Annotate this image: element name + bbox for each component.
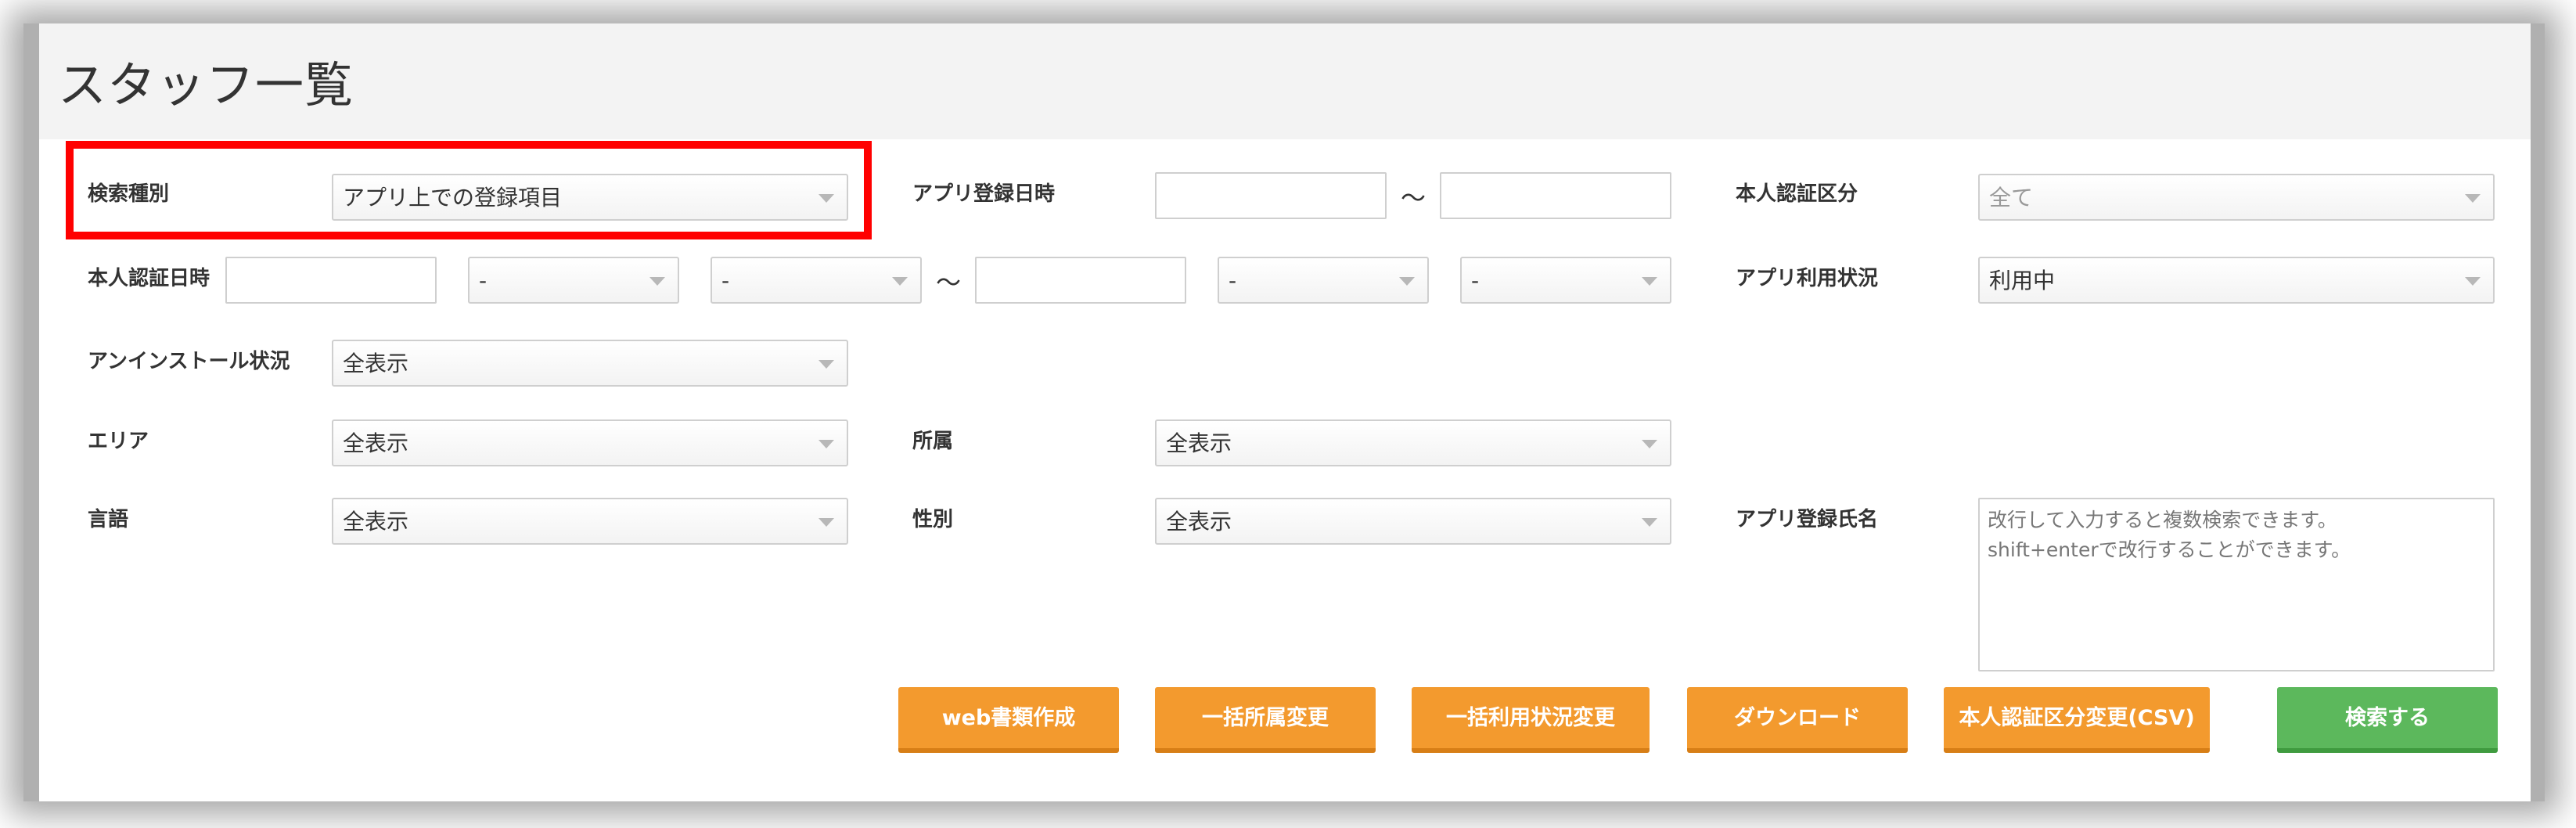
chevron-down-icon <box>2465 277 2481 286</box>
chevron-down-icon <box>2465 194 2481 203</box>
to-minute-value: - <box>1471 268 1480 293</box>
bulk-affiliation-change-button[interactable]: 一括所属変更 <box>1155 687 1376 753</box>
textarea-placeholder-line1: 改行して入力すると複数検索できます。 <box>1988 509 2337 531</box>
identity-verification-to-minute-select[interactable]: - <box>1460 257 1671 304</box>
identity-verification-from-date-input[interactable] <box>225 257 437 304</box>
range-separator: ～ <box>936 268 962 297</box>
language-value: 全表示 <box>343 509 409 535</box>
area-label: エリア <box>88 430 149 453</box>
affiliation-value: 全表示 <box>1166 430 1232 456</box>
uninstall-status-value: 全表示 <box>343 351 409 376</box>
chevron-down-icon <box>818 360 834 369</box>
identity-verification-from-hour-select[interactable]: - <box>468 257 679 304</box>
chevron-down-icon <box>1642 440 1657 448</box>
from-hour-value: - <box>479 268 487 293</box>
from-minute-value: - <box>721 268 730 293</box>
language-label: 言語 <box>88 508 129 531</box>
area-select[interactable]: 全表示 <box>332 419 848 466</box>
affiliation-select[interactable]: 全表示 <box>1155 419 1671 466</box>
gender-label: 性別 <box>912 508 954 531</box>
range-separator: ～ <box>1401 183 1427 213</box>
app-usage-status-value: 利用中 <box>1989 268 2056 293</box>
chevron-down-icon <box>818 440 834 448</box>
textarea-placeholder-line2: shift+enterで改行することができます。 <box>1988 538 2351 561</box>
page-title: スタッフ一覧 <box>58 56 354 113</box>
chevron-down-icon <box>1642 518 1657 527</box>
header-band: スタッフ一覧 <box>39 23 2531 139</box>
app-usage-status-select[interactable]: 利用中 <box>1978 257 2495 304</box>
highlight-box <box>66 141 872 239</box>
chevron-down-icon <box>649 277 665 286</box>
uninstall-status-select[interactable]: 全表示 <box>332 340 848 387</box>
identity-verification-datetime-label: 本人認証日時 <box>88 267 210 290</box>
bulk-usage-status-change-button[interactable]: 一括利用状況変更 <box>1412 687 1650 753</box>
area-value: 全表示 <box>343 430 409 456</box>
language-select[interactable]: 全表示 <box>332 498 848 545</box>
chevron-down-icon <box>1642 277 1657 286</box>
verification-category-change-csv-button[interactable]: 本人認証区分変更(CSV) <box>1944 687 2210 753</box>
identity-verification-category-value: 全て <box>1989 185 2034 211</box>
app-registration-from-input[interactable] <box>1155 172 1387 219</box>
chevron-down-icon <box>892 277 908 286</box>
download-button[interactable]: ダウンロード <box>1687 687 1908 753</box>
chevron-down-icon <box>818 518 834 527</box>
chevron-down-icon <box>1399 277 1415 286</box>
web-document-button[interactable]: web書類作成 <box>898 687 1119 753</box>
identity-verification-to-hour-select[interactable]: - <box>1218 257 1429 304</box>
gender-select[interactable]: 全表示 <box>1155 498 1671 545</box>
app-usage-status-label: アプリ利用状況 <box>1736 267 1879 290</box>
identity-verification-to-date-input[interactable] <box>975 257 1186 304</box>
gender-value: 全表示 <box>1166 509 1232 535</box>
search-button[interactable]: 検索する <box>2277 687 2498 753</box>
identity-verification-from-minute-select[interactable]: - <box>711 257 922 304</box>
identity-verification-category-select[interactable]: 全て <box>1978 174 2495 221</box>
app-registered-name-label: アプリ登録氏名 <box>1736 508 1879 531</box>
affiliation-label: 所属 <box>912 430 954 453</box>
identity-verification-category-label: 本人認証区分 <box>1736 182 1858 206</box>
uninstall-status-label: アンインストール状況 <box>88 350 290 373</box>
app-registered-name-textarea[interactable]: 改行して入力すると複数検索できます。 shift+enterで改行することができ… <box>1978 498 2495 671</box>
app-registration-datetime-label: アプリ登録日時 <box>912 182 1056 206</box>
to-hour-value: - <box>1229 268 1237 293</box>
app-registration-to-input[interactable] <box>1440 172 1671 219</box>
